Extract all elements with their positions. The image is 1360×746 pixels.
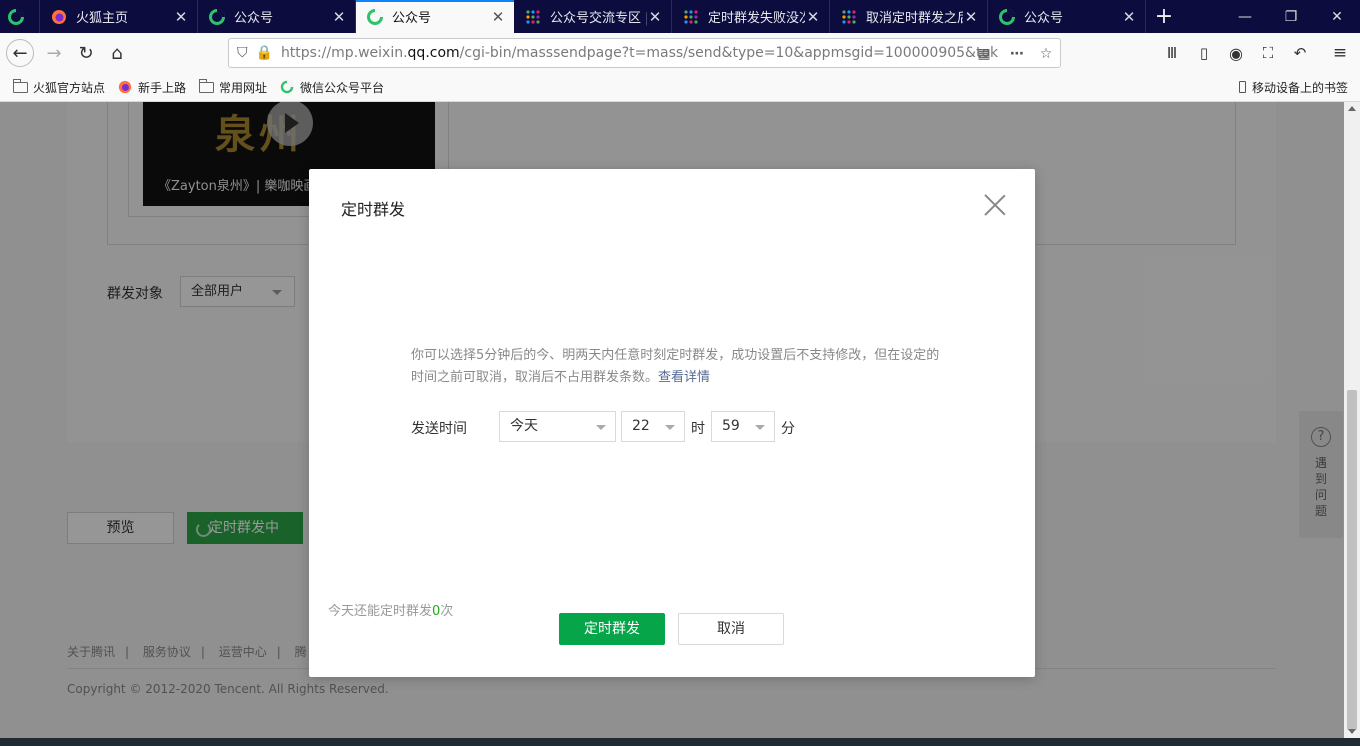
back-arrow-icon[interactable]: ← <box>6 39 34 67</box>
cancel-button[interactable]: 取消 <box>678 613 784 645</box>
wechat-icon <box>998 8 1016 26</box>
send-time-label: 发送时间 <box>411 421 467 437</box>
scroll-up-icon[interactable] <box>1348 106 1356 111</box>
navigation-toolbar: ← → ↻ ⌂ ⛉ 🔒 https://mp.weixin. qq.com/cgi… <box>0 33 1360 73</box>
scroll-down-icon[interactable] <box>1348 729 1356 734</box>
tab-wechat-2[interactable]: 公众号 ✕ <box>988 0 1146 33</box>
wechat-icon <box>366 8 384 26</box>
firefox-icon <box>50 8 68 26</box>
wechat-icon <box>279 80 295 94</box>
menu-icon[interactable]: ≡ <box>1326 39 1354 67</box>
browser-tab-bar: 火狐主页 ✕ 公众号 ✕ 公众号 ✕ 公众号交流专区 | 微 ✕ 定时群发失败没… <box>0 0 1360 33</box>
close-icon[interactable]: ✕ <box>490 8 506 26</box>
forward-arrow-icon[interactable]: → <box>40 39 68 67</box>
folder-icon <box>198 78 214 94</box>
account-icon[interactable]: ◉ <box>1222 39 1250 67</box>
bookmark-getting-started[interactable]: 新手上路 <box>117 79 186 96</box>
remaining-suffix: 次 <box>440 604 454 619</box>
grid-icon <box>840 8 858 26</box>
close-icon[interactable]: ✕ <box>805 8 821 26</box>
mobile-device-icon <box>1239 80 1247 94</box>
home-icon[interactable]: ⌂ <box>103 39 131 67</box>
insecure-lock-icon[interactable]: 🔒 <box>256 45 273 61</box>
bookmark-common-sites[interactable]: 常用网址 <box>198 78 268 96</box>
reload-icon[interactable]: ↻ <box>72 39 100 67</box>
tab-label: 公众号交流专区 | 微 <box>550 11 647 26</box>
tab-wechat-active[interactable]: 公众号 ✕ <box>356 0 514 33</box>
tab-label: 火狐主页 <box>76 11 129 26</box>
tab-label: 公众号 <box>234 11 274 26</box>
remaining-quota: 今天还能定时群发0次 <box>328 600 453 619</box>
bookmark-label: 新手上路 <box>138 80 187 95</box>
bookmark-wechat-platform[interactable]: 微信公众号平台 <box>279 79 384 96</box>
close-icon[interactable]: ✕ <box>647 8 663 26</box>
bookmark-label: 移动设备上的书签 <box>1251 80 1348 95</box>
restore-icon[interactable]: ❐ <box>1268 0 1314 33</box>
screenshot-icon[interactable]: ⛶ <box>1254 39 1282 67</box>
close-window-icon[interactable]: ✕ <box>1314 0 1360 33</box>
mobile-bookmarks[interactable]: 移动设备上的书签 <box>1239 79 1348 96</box>
url-prefix: https://mp.weixin. <box>280 45 408 61</box>
bookmarks-toolbar: 火狐官方站点 新手上路 常用网址 微信公众号平台 移动设备上的书签 <box>0 73 1360 102</box>
grid-icon <box>682 8 700 26</box>
tab-label: 公众号 <box>392 11 432 26</box>
library-icon[interactable]: Ⅲ <box>1158 39 1186 67</box>
bookmark-label: 火狐官方站点 <box>33 80 106 95</box>
tab-community[interactable]: 公众号交流专区 | 微 ✕ <box>514 0 672 33</box>
close-icon[interactable]: ✕ <box>1121 8 1137 26</box>
scrollbar-thumb[interactable] <box>1347 390 1357 730</box>
hour-unit: 时 <box>691 421 705 437</box>
tab-label: 取消定时群发之后 <box>866 11 963 26</box>
more-actions-icon[interactable]: ⋯ <box>1008 45 1026 63</box>
minute-unit: 分 <box>781 421 795 437</box>
tab-cancel-schedule[interactable]: 取消定时群发之后 ✕ <box>830 0 988 33</box>
url-host: qq.com <box>407 45 460 61</box>
dialog-description: 你可以选择5分钟后的今、明两天内任意时刻定时群发，成功设置后不支持修改，但在设定… <box>411 345 941 389</box>
tab-label: 公众号 <box>1024 11 1064 26</box>
firefox-icon <box>117 80 133 94</box>
remaining-prefix: 今天还能定时群发 <box>328 604 433 619</box>
minute-select[interactable]: 59 <box>711 411 775 442</box>
tab-wechat-1[interactable]: 公众号 ✕ <box>198 0 356 33</box>
url-bar[interactable]: ⛉ 🔒 https://mp.weixin. qq.com/cgi-bin/mas… <box>228 38 1061 68</box>
sidebar-icon[interactable]: ▯ <box>1190 39 1218 67</box>
confirm-schedule-button[interactable]: 定时群发 <box>559 613 665 645</box>
vertical-scrollbar[interactable] <box>1344 102 1360 738</box>
schedule-send-dialog: 定时群发 你可以选择5分钟后的今、明两天内任意时刻定时群发，成功设置后不支持修改… <box>309 169 1035 677</box>
day-select[interactable]: 今天 <box>499 411 616 442</box>
close-icon[interactable]: ✕ <box>331 8 347 26</box>
dialog-title: 定时群发 <box>341 200 406 219</box>
close-icon[interactable] <box>983 193 1007 217</box>
bookmark-star-icon[interactable]: ☆ <box>1037 45 1055 63</box>
close-icon[interactable]: ✕ <box>173 8 189 26</box>
hour-select[interactable]: 22 <box>621 411 685 442</box>
os-taskbar <box>0 738 1360 746</box>
tab-label: 定时群发失败没次数 <box>708 11 805 26</box>
close-icon[interactable]: ✕ <box>963 8 979 26</box>
shield-icon[interactable]: ⛉ <box>237 45 248 61</box>
tab-pinned-wechat[interactable] <box>0 0 40 33</box>
tab-firefox-home[interactable]: 火狐主页 ✕ <box>40 0 198 33</box>
bookmark-label: 微信公众号平台 <box>300 80 385 95</box>
qr-code-icon[interactable]: ▦ <box>975 45 993 63</box>
grid-icon <box>524 8 542 26</box>
undo-icon[interactable]: ↶ <box>1286 39 1314 67</box>
minimize-icon[interactable]: — <box>1222 0 1268 33</box>
tab-schedule-fail[interactable]: 定时群发失败没次数 ✕ <box>672 0 830 33</box>
wechat-icon <box>208 8 226 26</box>
url-path: /cgi-bin/masssendpage?t=mass/send&type=1… <box>459 45 999 61</box>
folder-icon <box>12 78 28 94</box>
bookmark-firefox-official[interactable]: 火狐官方站点 <box>12 78 106 96</box>
bookmark-label: 常用网址 <box>219 80 268 95</box>
wechat-icon <box>7 8 25 26</box>
details-link[interactable]: 查看详情 <box>658 370 710 385</box>
new-tab-icon[interactable]: + <box>1146 0 1182 33</box>
